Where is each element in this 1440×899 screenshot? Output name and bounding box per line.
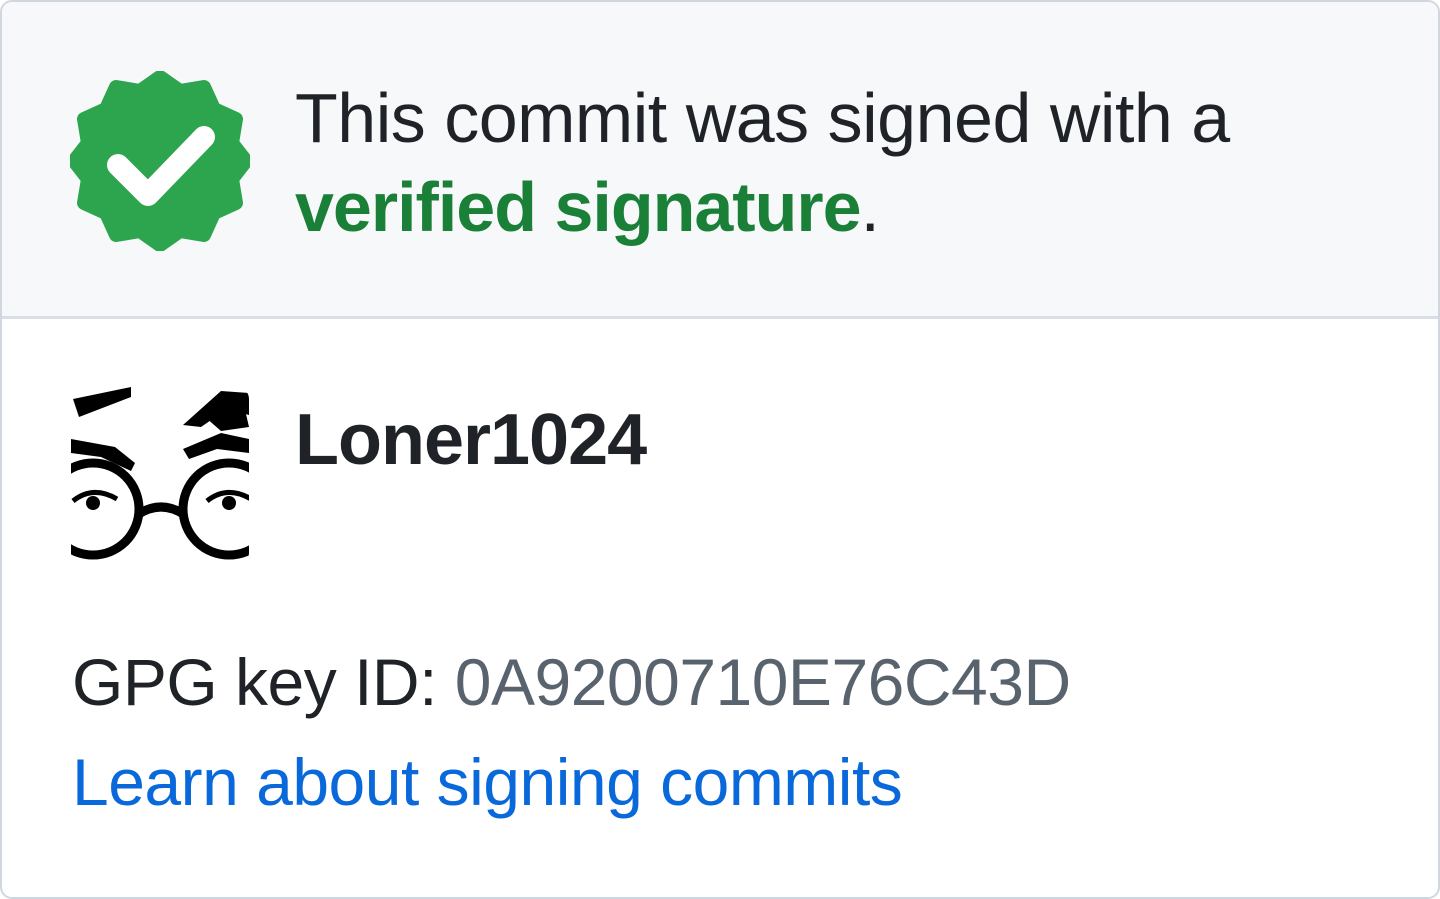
popover-header: This commit was signed with a verified s… (2, 2, 1438, 319)
message-period: . (860, 168, 880, 246)
gpg-key-label: GPG key ID: (72, 645, 437, 719)
signature-message-line-1: This commit was signed with a (295, 79, 1230, 157)
signature-verification-popover: This commit was signed with a verified s… (0, 0, 1440, 899)
verified-signature-link[interactable]: verified signature (295, 168, 862, 246)
gpg-key-row: GPG key ID: 0A9200710E76C43D (72, 649, 1071, 715)
signature-message-line-2: verified signature. (295, 163, 1405, 252)
user-avatar[interactable] (71, 387, 249, 565)
gpg-key-id: 0A9200710E76C43D (454, 645, 1071, 719)
popover-body: Loner1024 GPG key ID: 0A9200710E76C43D L… (2, 319, 1438, 897)
learn-signing-commits-link[interactable]: Learn about signing commits (72, 749, 903, 815)
verified-badge-icon (70, 71, 250, 251)
signature-message: This commit was signed with a verified s… (295, 74, 1405, 252)
signer-username[interactable]: Loner1024 (295, 404, 647, 476)
popover-caret (686, 2, 758, 6)
